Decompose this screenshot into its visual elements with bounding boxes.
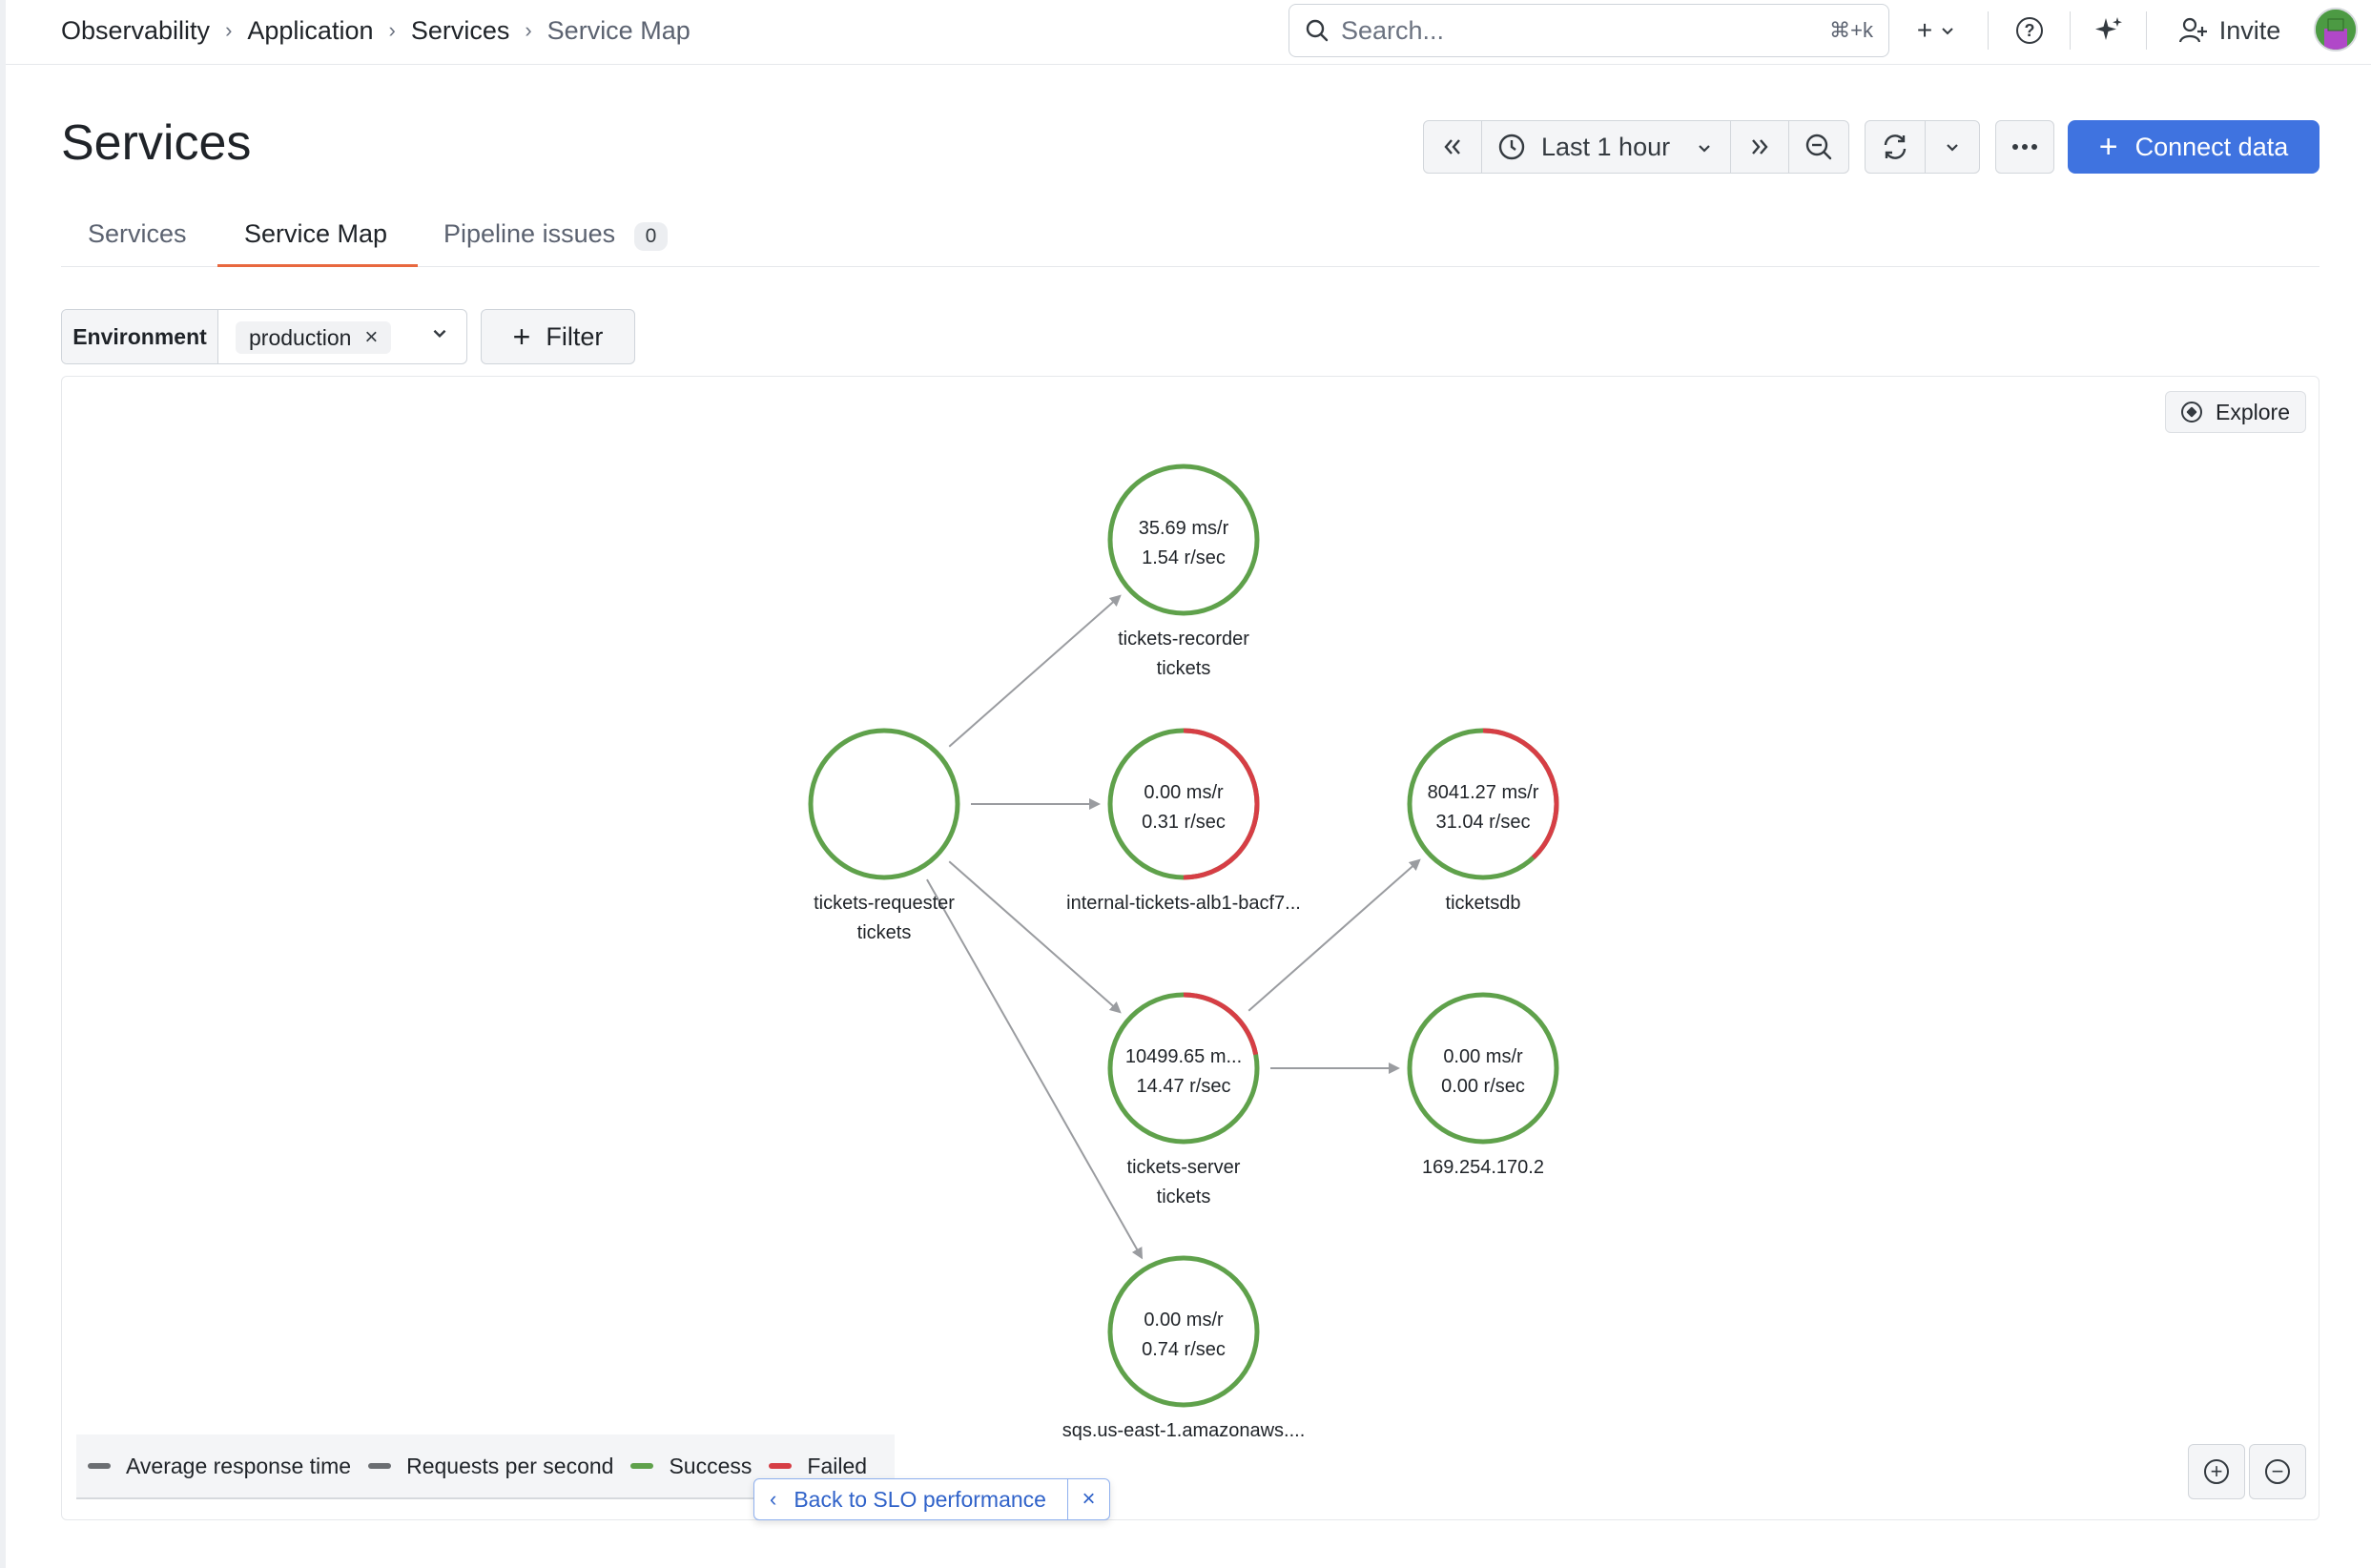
node-requests-per-sec: 0.74 r/sec xyxy=(1142,1339,1226,1360)
service-node-requester[interactable]: tickets-requester tickets xyxy=(808,728,960,943)
node-service-name: tickets-recorder xyxy=(1118,629,1249,650)
node-service-env: tickets xyxy=(1157,658,1211,679)
legend-item-failed: Failed xyxy=(769,1454,867,1479)
back-to-slo-label: Back to SLO performance xyxy=(794,1486,1046,1512)
node-success-ring xyxy=(808,728,960,880)
service-node-recorder[interactable]: 35.69 ms/r 1.54 r/sec tickets-recorder tick… xyxy=(1107,464,1260,679)
node-response-time: 0.00 ms/r xyxy=(1144,782,1224,803)
back-to-slo-banner[interactable]: ‹ Back to SLO performance × xyxy=(753,1478,1110,1520)
node-requests-per-sec: 14.47 r/sec xyxy=(1137,1076,1231,1097)
node-requests-per-sec: 0.00 r/sec xyxy=(1441,1076,1525,1097)
legend-item-rps: Requests per second xyxy=(368,1454,613,1479)
node-requests-per-sec: 0.31 r/sec xyxy=(1142,812,1226,833)
zoom-in-icon: + xyxy=(2204,1459,2229,1484)
node-service-env: tickets xyxy=(857,922,912,943)
legend-label: Average response time xyxy=(126,1453,352,1478)
node-success-ring xyxy=(1407,992,1559,1145)
edge-requester-recorder xyxy=(948,594,1122,748)
legend-swatch xyxy=(368,1463,392,1469)
edge-server-ticketsdb xyxy=(1247,858,1421,1012)
legend-swatch xyxy=(630,1463,654,1469)
service-map-graph: 35.69 ms/r 1.54 r/sec tickets-recorder tick… xyxy=(808,464,1559,1441)
node-service-name: ticketsdb xyxy=(1446,893,1521,914)
node-success-ring xyxy=(1107,1255,1260,1408)
close-icon[interactable]: × xyxy=(1067,1478,1109,1520)
node-requests-per-sec: 1.54 r/sec xyxy=(1142,547,1226,568)
legend-swatch xyxy=(769,1463,793,1469)
service-node-server[interactable]: 10499.65 m... 14.47 r/sec tickets-server ti… xyxy=(1107,992,1260,1207)
node-service-name: tickets-requester xyxy=(814,893,955,914)
legend-label: Failed xyxy=(807,1453,868,1478)
node-service-name: tickets-server xyxy=(1127,1157,1241,1178)
edge-requester-server xyxy=(948,860,1122,1014)
node-service-name: 169.254.170.2 xyxy=(1422,1157,1544,1178)
zoom-in-button[interactable]: + xyxy=(2188,1444,2245,1499)
node-response-time: 10499.65 m... xyxy=(1125,1046,1242,1067)
legend-label: Requests per second xyxy=(406,1453,614,1478)
node-requests-per-sec: 31.04 r/sec xyxy=(1436,812,1531,833)
service-node-ticketsdb[interactable]: 8041.27 ms/r 31.04 r/sec ticketsdb xyxy=(1407,728,1559,914)
node-response-time: 0.00 ms/r xyxy=(1144,1310,1224,1331)
node-response-time: 35.69 ms/r xyxy=(1139,518,1229,539)
zoom-out-icon: − xyxy=(2265,1459,2290,1484)
chevron-left-icon: ‹ xyxy=(770,1487,777,1511)
legend-item-avg-response: Average response time xyxy=(88,1454,351,1479)
zoom-out-button[interactable]: − xyxy=(2249,1444,2306,1499)
service-node-alb[interactable]: 0.00 ms/r 0.31 r/sec internal-tickets-alb1… xyxy=(1066,728,1301,914)
legend-item-success: Success xyxy=(630,1454,752,1479)
node-service-env: tickets xyxy=(1157,1186,1211,1207)
service-node-sqs[interactable]: 0.00 ms/r 0.74 r/sec sqs.us-east-1.amazona… xyxy=(1062,1255,1306,1441)
service-node-ip[interactable]: 0.00 ms/r 0.00 r/sec 169.254.170.2 xyxy=(1407,992,1559,1178)
node-service-name: sqs.us-east-1.amazonaws.... xyxy=(1062,1420,1306,1441)
node-response-time: 0.00 ms/r xyxy=(1443,1046,1523,1067)
legend-label: Success xyxy=(669,1453,753,1478)
node-success-ring xyxy=(1107,464,1260,616)
legend-swatch xyxy=(88,1463,111,1469)
node-response-time: 8041.27 ms/r xyxy=(1428,782,1539,803)
node-service-name: internal-tickets-alb1-bacf7... xyxy=(1066,893,1301,914)
